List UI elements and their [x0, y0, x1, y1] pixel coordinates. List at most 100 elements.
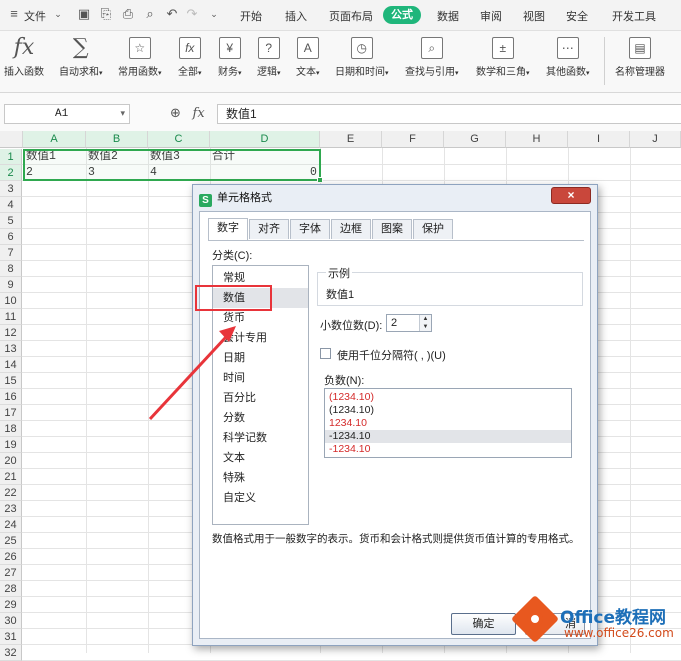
row-header[interactable]: 22 — [0, 485, 22, 501]
column-header-d[interactable]: D — [210, 131, 320, 148]
fill-handle[interactable] — [317, 177, 323, 183]
category-item[interactable]: 科学记数 — [213, 428, 308, 448]
tab-home[interactable]: 开始 — [240, 8, 262, 24]
negative-numbers-list[interactable]: (1234.10) (1234.10) 1234.10 -1234.10 -1234.1… — [324, 388, 572, 458]
all-functions-button[interactable]: fx 全部▾ — [178, 37, 202, 78]
insert-function-button[interactable]: fx 插入函数 — [4, 37, 44, 79]
row-header[interactable]: 25 — [0, 533, 22, 549]
row-header[interactable]: 28 — [0, 581, 22, 597]
autosum-button[interactable]: ∑ 自动求和▾ — [59, 37, 103, 79]
category-item[interactable]: 文本 — [213, 448, 308, 468]
redo-icon[interactable]: ↷ — [184, 6, 200, 22]
tab-data[interactable]: 数据 — [437, 8, 459, 24]
row-header[interactable]: 3 — [0, 181, 22, 197]
name-box[interactable]: A1 ▾ — [4, 104, 130, 124]
row-header[interactable]: 26 — [0, 549, 22, 565]
row-header[interactable]: 31 — [0, 629, 22, 645]
row-header[interactable]: 9 — [0, 277, 22, 293]
save-icon[interactable]: ▣ — [76, 6, 92, 22]
dialog-title-bar[interactable]: S 单元格格式 — [199, 189, 272, 207]
row-header[interactable]: 30 — [0, 613, 22, 629]
row-header[interactable]: 1 — [0, 149, 22, 165]
row-header[interactable]: 23 — [0, 501, 22, 517]
ok-button[interactable]: 确定 — [451, 613, 516, 635]
date-time-button[interactable]: ◷ 日期和时间▾ — [335, 37, 389, 78]
row-header[interactable]: 32 — [0, 645, 22, 661]
category-item[interactable]: 时间 — [213, 368, 308, 388]
export-icon[interactable]: ⎘ — [98, 6, 114, 22]
quick-access-chevron-icon[interactable]: ⌄ — [206, 6, 222, 22]
category-item[interactable]: 特殊 — [213, 468, 308, 488]
chevron-down-icon[interactable]: ▾ — [120, 105, 125, 123]
tab-security[interactable]: 安全 — [566, 8, 588, 24]
tab-pattern[interactable]: 图案 — [372, 219, 412, 239]
thousands-separator-checkbox[interactable] — [320, 348, 331, 359]
column-header-j[interactable]: J — [630, 131, 681, 148]
file-menu[interactable]: 文件 — [24, 8, 46, 24]
tab-developer[interactable]: 开发工具 — [612, 8, 656, 24]
tab-review[interactable]: 审阅 — [480, 8, 502, 24]
row-header[interactable]: 5 — [0, 213, 22, 229]
tab-border[interactable]: 边框 — [331, 219, 371, 239]
row-header[interactable]: 21 — [0, 469, 22, 485]
row-header[interactable]: 8 — [0, 261, 22, 277]
select-all-corner[interactable] — [0, 131, 23, 148]
row-header[interactable]: 29 — [0, 597, 22, 613]
name-manager-button[interactable]: ▤ 名称管理器 — [615, 37, 665, 78]
row-header[interactable]: 4 — [0, 197, 22, 213]
negative-format-option[interactable]: -1234.10 — [325, 443, 571, 456]
row-header[interactable]: 7 — [0, 245, 22, 261]
undo-icon[interactable]: ↶ — [164, 6, 180, 22]
common-functions-button[interactable]: ☆ 常用函数▾ — [118, 37, 162, 78]
category-item[interactable]: 货币 — [213, 308, 308, 328]
negative-format-option[interactable]: (1234.10) — [325, 391, 571, 404]
decimal-places-stepper[interactable]: 2 ▲ ▼ — [386, 314, 432, 332]
close-button[interactable]: × — [551, 187, 591, 204]
print-icon[interactable]: ⎙ — [120, 6, 136, 22]
tab-font[interactable]: 字体 — [290, 219, 330, 239]
category-item[interactable]: 日期 — [213, 348, 308, 368]
column-header-h[interactable]: H — [506, 131, 568, 148]
tab-view[interactable]: 视图 — [523, 8, 545, 24]
formula-input[interactable]: 数值1 — [217, 104, 681, 124]
category-item[interactable]: 自定义 — [213, 488, 308, 508]
negative-format-option[interactable]: -1234.10 — [325, 430, 571, 443]
row-header[interactable]: 15 — [0, 373, 22, 389]
row-header[interactable]: 17 — [0, 405, 22, 421]
zoom-icon[interactable]: ⊕ — [170, 105, 181, 120]
lookup-reference-button[interactable]: ⌕ 查找与引用▾ — [405, 37, 459, 78]
row-header[interactable]: 2 — [0, 165, 22, 181]
column-header-g[interactable]: G — [444, 131, 506, 148]
column-header-c[interactable]: C — [148, 131, 210, 148]
category-item[interactable]: 分数 — [213, 408, 308, 428]
menu-icon[interactable]: ≡ — [6, 6, 22, 22]
print-preview-icon[interactable]: ⌕ — [142, 6, 158, 22]
column-header-e[interactable]: E — [320, 131, 382, 148]
math-trig-button[interactable]: ± 数学和三角▾ — [476, 37, 530, 78]
column-header-i[interactable]: I — [568, 131, 630, 148]
tab-alignment[interactable]: 对齐 — [249, 219, 289, 239]
row-header[interactable]: 20 — [0, 453, 22, 469]
row-header[interactable]: 16 — [0, 389, 22, 405]
tab-number[interactable]: 数字 — [208, 218, 248, 240]
row-header[interactable]: 12 — [0, 325, 22, 341]
column-header-b[interactable]: B — [86, 131, 148, 148]
row-header[interactable]: 19 — [0, 437, 22, 453]
row-header[interactable]: 14 — [0, 357, 22, 373]
financial-button[interactable]: ¥ 财务▾ — [218, 37, 242, 78]
column-header-f[interactable]: F — [382, 131, 444, 148]
more-functions-button[interactable]: ⋯ 其他函数▾ — [546, 37, 590, 78]
category-item[interactable]: 会计专用 — [213, 328, 308, 348]
row-header[interactable]: 10 — [0, 293, 22, 309]
column-header-a[interactable]: A — [23, 131, 86, 148]
row-header[interactable]: 18 — [0, 421, 22, 437]
row-header[interactable]: 6 — [0, 229, 22, 245]
text-functions-button[interactable]: A 文本▾ — [296, 37, 320, 78]
negative-format-option[interactable]: 1234.10 — [325, 417, 571, 430]
row-header[interactable]: 27 — [0, 565, 22, 581]
fx-icon[interactable]: fx — [193, 106, 205, 121]
tab-formulas[interactable]: 公式 — [383, 6, 421, 24]
category-item[interactable]: 百分比 — [213, 388, 308, 408]
logical-button[interactable]: ? 逻辑▾ — [257, 37, 281, 78]
row-header[interactable]: 13 — [0, 341, 22, 357]
